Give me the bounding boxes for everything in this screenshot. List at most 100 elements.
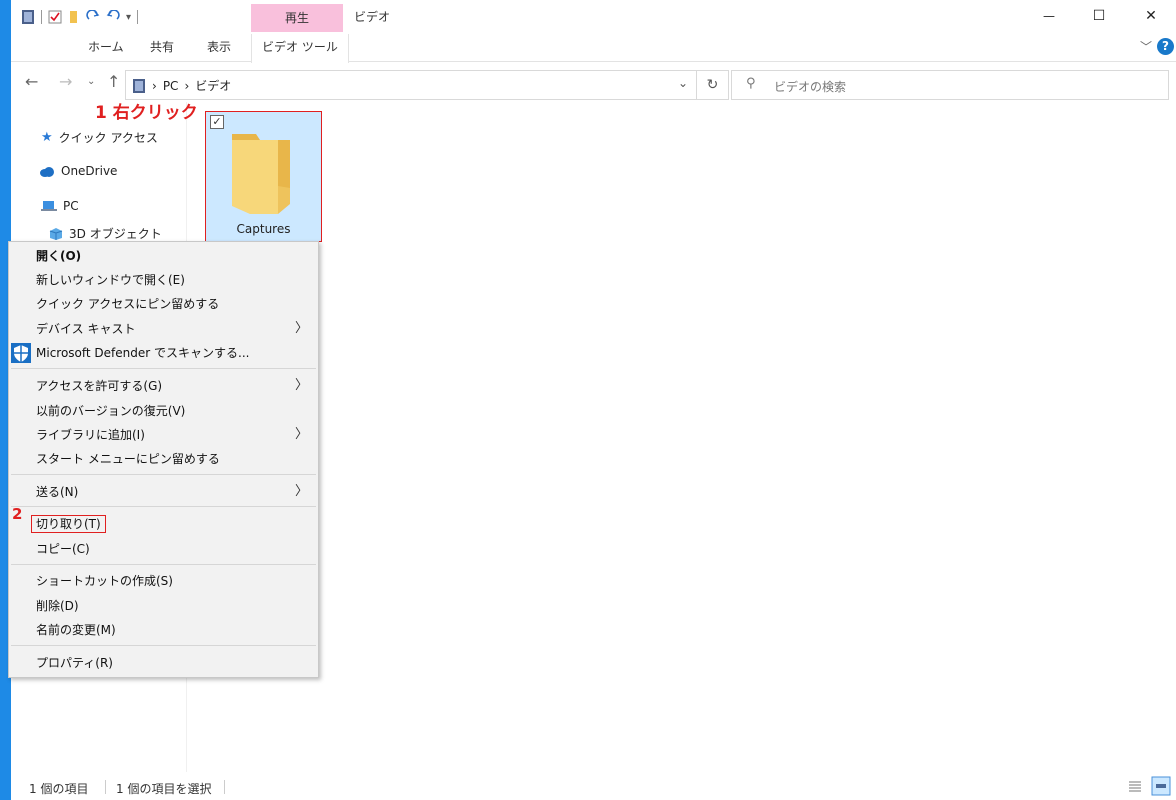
breadcrumb-video[interactable]: ビデオ bbox=[195, 77, 231, 94]
new-folder-icon[interactable] bbox=[68, 10, 80, 24]
menu-item-label: 新しいウィンドウで開く(E) bbox=[36, 273, 185, 287]
context-menu: 開く(O) 新しいウィンドウで開く(E) クイック アクセスにピン留めする デバ… bbox=[8, 241, 319, 678]
video-folder-icon bbox=[133, 78, 145, 93]
nav-item-3d-objects[interactable]: 3D オブジェクト bbox=[49, 225, 162, 242]
menu-item-cut[interactable]: 切り取り(T) bbox=[9, 513, 318, 535]
menu-separator bbox=[11, 564, 316, 565]
menu-item-label: アクセスを許可する(G) bbox=[36, 379, 163, 393]
window-title: ビデオ bbox=[354, 10, 391, 24]
nav-item-onedrive[interactable]: OneDrive bbox=[39, 164, 117, 178]
quick-access-toolbar: ▾ bbox=[21, 6, 139, 28]
menu-item-open-new-window[interactable]: 新しいウィンドウで開く(E) bbox=[9, 269, 318, 291]
title-bar: ▾ 再生 ビデオ — ☐ ✕ bbox=[11, 0, 1176, 34]
menu-item-pin-start[interactable]: スタート メニューにピン留めする bbox=[9, 448, 318, 470]
submenu-arrow-icon: 〉 bbox=[294, 484, 308, 499]
menu-item-label: 切り取り(T) bbox=[31, 515, 106, 533]
search-icon: ⚲ bbox=[746, 76, 756, 91]
menu-item-properties[interactable]: プロパティ(R) bbox=[9, 652, 318, 674]
menu-item-label: プロパティ(R) bbox=[36, 656, 113, 670]
folder-name: Captures bbox=[236, 222, 291, 236]
tab-view[interactable]: 表示 bbox=[207, 34, 231, 62]
undo-icon[interactable] bbox=[106, 10, 120, 24]
nav-item-label: 3D オブジェクト bbox=[69, 227, 162, 241]
status-divider bbox=[224, 780, 225, 794]
large-icons-view-icon[interactable] bbox=[1151, 776, 1171, 796]
menu-item-defender-scan[interactable]: Microsoft Defender でスキャンする... bbox=[9, 342, 318, 364]
refresh-icon[interactable]: ↻ bbox=[697, 70, 729, 100]
menu-item-label: 名前の変更(M) bbox=[36, 623, 116, 637]
menu-item-label: ショートカットの作成(S) bbox=[36, 574, 173, 588]
back-arrow-icon[interactable]: ← bbox=[25, 72, 38, 91]
address-dropdown-icon[interactable]: ⌄ bbox=[678, 76, 688, 90]
folder-captures[interactable]: ✓ Captures bbox=[205, 111, 322, 242]
breadcrumb-pc[interactable]: PC bbox=[163, 79, 179, 93]
ribbon-expand-icon[interactable]: ﹀ bbox=[1140, 38, 1152, 55]
menu-item-label: 削除(D) bbox=[36, 599, 79, 613]
status-selected-count: 1 個の項目を選択 bbox=[116, 782, 212, 796]
tab-video-tools[interactable]: ビデオ ツール bbox=[251, 34, 349, 63]
nav-item-label: クイック アクセス bbox=[58, 131, 158, 145]
recent-locations-icon[interactable]: ⌄ bbox=[87, 76, 95, 87]
nav-item-label: OneDrive bbox=[61, 164, 118, 178]
status-bar: 1 個の項目 1 個の項目を選択 bbox=[11, 776, 1176, 800]
menu-item-open[interactable]: 開く(O) bbox=[9, 245, 318, 267]
menu-item-label: 開く(O) bbox=[36, 249, 82, 263]
nav-item-quick-access[interactable]: ★ クイック アクセス bbox=[41, 129, 158, 146]
context-tab-play[interactable]: 再生 bbox=[251, 4, 343, 32]
search-placeholder: ビデオの検索 bbox=[774, 80, 847, 94]
menu-item-device-cast[interactable]: デバイス キャスト 〉 bbox=[9, 318, 318, 340]
menu-item-pin-quick-access[interactable]: クイック アクセスにピン留めする bbox=[9, 293, 318, 315]
submenu-arrow-icon: 〉 bbox=[294, 427, 308, 442]
menu-item-create-shortcut[interactable]: ショートカットの作成(S) bbox=[9, 570, 318, 592]
menu-separator bbox=[11, 474, 316, 475]
customize-toolbar-icon[interactable]: ▾ bbox=[126, 12, 131, 23]
menu-item-give-access[interactable]: アクセスを許可する(G) 〉 bbox=[9, 375, 318, 397]
toolbar-separator bbox=[137, 10, 139, 24]
ribbon-tabs: ホーム 共有 表示 ビデオ ツール ﹀ ? bbox=[11, 34, 1176, 63]
redo-icon[interactable] bbox=[86, 10, 100, 24]
nav-item-pc[interactable]: PC bbox=[41, 199, 79, 213]
computer-icon bbox=[41, 201, 57, 211]
menu-item-send-to[interactable]: 送る(N) 〉 bbox=[9, 481, 318, 503]
menu-item-label: 送る(N) bbox=[36, 485, 79, 499]
tab-home[interactable]: ホーム bbox=[88, 34, 124, 62]
video-folder-icon[interactable] bbox=[21, 9, 35, 25]
star-icon: ★ bbox=[41, 130, 53, 145]
status-divider bbox=[105, 780, 106, 794]
breadcrumb-chevron-icon[interactable]: › bbox=[152, 79, 157, 93]
annotation-step-2: 2 bbox=[12, 505, 23, 523]
submenu-arrow-icon: 〉 bbox=[294, 321, 308, 336]
menu-item-restore-previous[interactable]: 以前のバージョンの復元(V) bbox=[9, 400, 318, 422]
navigation-row: ← → ⌄ ↑ › PC › ビデオ ⌄ ↻ ⚲ ビデオの検索 bbox=[11, 66, 1176, 100]
selection-checkbox[interactable]: ✓ bbox=[210, 115, 224, 129]
menu-item-rename[interactable]: 名前の変更(M) bbox=[9, 619, 318, 641]
help-icon[interactable]: ? bbox=[1157, 38, 1174, 55]
up-arrow-icon[interactable]: ↑ bbox=[107, 72, 120, 91]
menu-separator bbox=[11, 368, 316, 369]
address-bar[interactable]: › PC › ビデオ ⌄ bbox=[125, 70, 697, 100]
menu-item-copy[interactable]: コピー(C) bbox=[9, 538, 318, 560]
breadcrumb-chevron-icon[interactable]: › bbox=[184, 79, 189, 93]
menu-item-label: スタート メニューにピン留めする bbox=[36, 452, 220, 466]
forward-arrow-icon[interactable]: → bbox=[59, 72, 72, 91]
shield-icon bbox=[11, 343, 31, 363]
menu-item-label: コピー(C) bbox=[36, 542, 90, 556]
nav-item-label: PC bbox=[63, 199, 79, 213]
minimize-button[interactable]: — bbox=[1026, 0, 1072, 32]
details-view-icon[interactable] bbox=[1127, 779, 1143, 795]
menu-item-label: ライブラリに追加(I) bbox=[36, 428, 145, 442]
maximize-button[interactable]: ☐ bbox=[1076, 0, 1122, 32]
status-item-count: 1 個の項目 bbox=[29, 782, 89, 796]
menu-separator bbox=[11, 506, 316, 507]
menu-item-label: 以前のバージョンの復元(V) bbox=[36, 404, 186, 418]
toolbar-separator bbox=[41, 10, 42, 24]
menu-item-label: デバイス キャスト bbox=[36, 322, 136, 336]
properties-icon[interactable] bbox=[48, 10, 62, 24]
cloud-icon bbox=[40, 166, 54, 177]
tab-share[interactable]: 共有 bbox=[150, 34, 174, 62]
close-button[interactable]: ✕ bbox=[1128, 0, 1174, 32]
menu-separator bbox=[11, 645, 316, 646]
menu-item-add-to-library[interactable]: ライブラリに追加(I) 〉 bbox=[9, 424, 318, 446]
menu-item-delete[interactable]: 削除(D) bbox=[9, 595, 318, 617]
search-input[interactable]: ⚲ ビデオの検索 bbox=[731, 70, 1169, 100]
